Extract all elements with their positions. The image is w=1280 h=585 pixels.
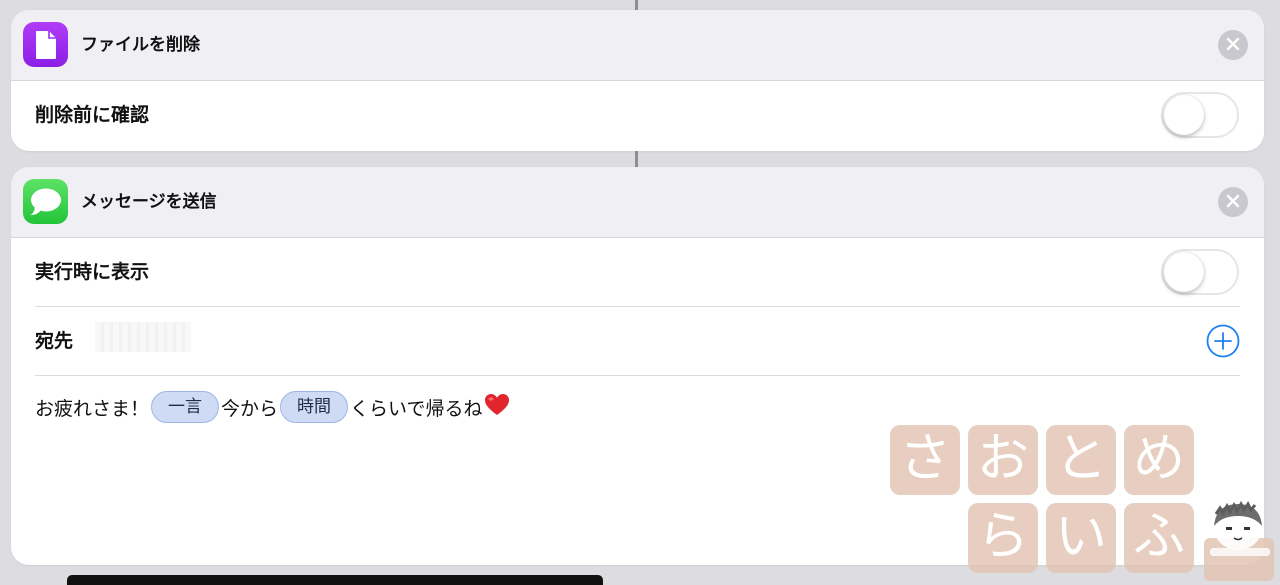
toggle-knob — [1164, 252, 1204, 292]
message-text: くらいで帰るね — [350, 397, 483, 420]
remove-action-button[interactable] — [1218, 30, 1248, 60]
close-icon — [1226, 193, 1240, 212]
plus-circle-icon — [1206, 324, 1240, 362]
flow-connector-middle — [635, 151, 638, 167]
show-when-run-label: 実行時に表示 — [35, 261, 150, 283]
remove-action-button[interactable] — [1218, 187, 1248, 217]
watermark-char: と — [1046, 425, 1116, 495]
message-text: 今から — [221, 397, 279, 420]
action-title: ファイルを削除 — [81, 35, 200, 55]
variable-token-time[interactable]: 時間 — [280, 391, 349, 423]
variable-token-hitokoto[interactable]: 一言 — [151, 391, 220, 423]
action-header: ファイルを削除 — [11, 10, 1264, 81]
message-text-field[interactable]: お疲れさま！ 一言 今から 時間 くらいで帰るね — [35, 387, 510, 427]
show-when-run-row: 実行時に表示 — [35, 238, 1240, 307]
message-text: お疲れさま！ — [35, 397, 150, 420]
watermark-char: さ — [890, 425, 960, 495]
close-icon — [1226, 36, 1240, 55]
watermark-char: ふ — [1124, 503, 1194, 573]
action-header: メッセージを送信 — [11, 167, 1264, 238]
watermark-char: ら — [968, 503, 1038, 573]
show-when-run-toggle[interactable] — [1161, 249, 1239, 295]
flow-connector-top — [635, 0, 638, 10]
confirm-before-delete-row: 削除前に確認 — [35, 81, 1264, 149]
add-recipient-button[interactable] — [1206, 324, 1240, 358]
recipients-label: 宛先 — [35, 330, 74, 352]
watermark-char: め — [1124, 425, 1194, 495]
delete-file-action-card[interactable]: ファイルを削除 削除前に確認 — [11, 10, 1264, 151]
messages-bubble-icon — [23, 179, 68, 224]
toggle-knob — [1164, 95, 1204, 135]
confirm-before-delete-label: 削除前に確認 — [35, 104, 150, 126]
watermark-char: お — [968, 425, 1038, 495]
bottom-dock-bar — [67, 575, 603, 585]
heart-icon — [484, 393, 510, 422]
watermark-char: い — [1046, 503, 1116, 573]
action-title: メッセージを送信 — [81, 192, 217, 212]
recipients-row: 宛先 — [35, 307, 1240, 376]
file-document-icon — [23, 22, 68, 67]
confirm-before-delete-toggle[interactable] — [1161, 92, 1239, 138]
recipient-field[interactable] — [95, 322, 191, 352]
mascot-character-icon — [1200, 498, 1280, 585]
